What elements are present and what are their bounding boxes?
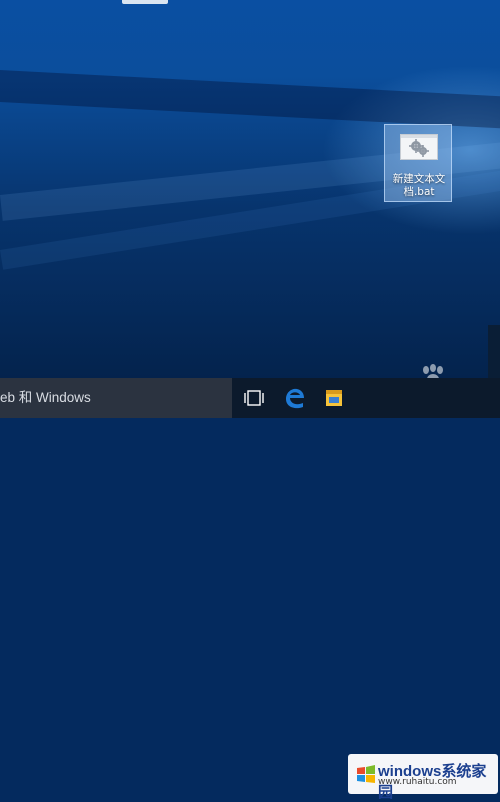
file-explorer-icon xyxy=(326,390,342,406)
windows-logo-icon xyxy=(357,765,375,783)
desktop-icon-bat-file[interactable]: 新建文本文档.bat xyxy=(384,124,452,202)
task-view-button[interactable] xyxy=(236,378,272,418)
paw-watermark-icon xyxy=(423,364,443,378)
clipped-top-text xyxy=(122,0,168,4)
desktop-background: 新建文本文档.bat xyxy=(0,0,500,378)
task-view-icon xyxy=(244,390,264,406)
site-watermark: windows系统家园 www.ruhaitu.com xyxy=(348,754,498,801)
search-box[interactable]: eb 和 Windows xyxy=(0,378,232,418)
file-explorer-button[interactable] xyxy=(316,378,352,418)
edge-browser-button[interactable] xyxy=(276,378,312,418)
watermark-url: www.ruhaitu.com xyxy=(378,777,457,787)
desktop-icon-label: 新建文本文档.bat xyxy=(392,173,446,198)
window-edge xyxy=(488,325,500,378)
batch-file-gear-icon xyxy=(400,134,438,160)
edge-icon xyxy=(286,388,304,409)
taskbar: eb 和 Windows windows系统家园 www.ruhaitu.com xyxy=(0,378,500,801)
search-placeholder: eb 和 Windows xyxy=(0,390,91,405)
wallpaper-light-beam xyxy=(0,70,500,130)
